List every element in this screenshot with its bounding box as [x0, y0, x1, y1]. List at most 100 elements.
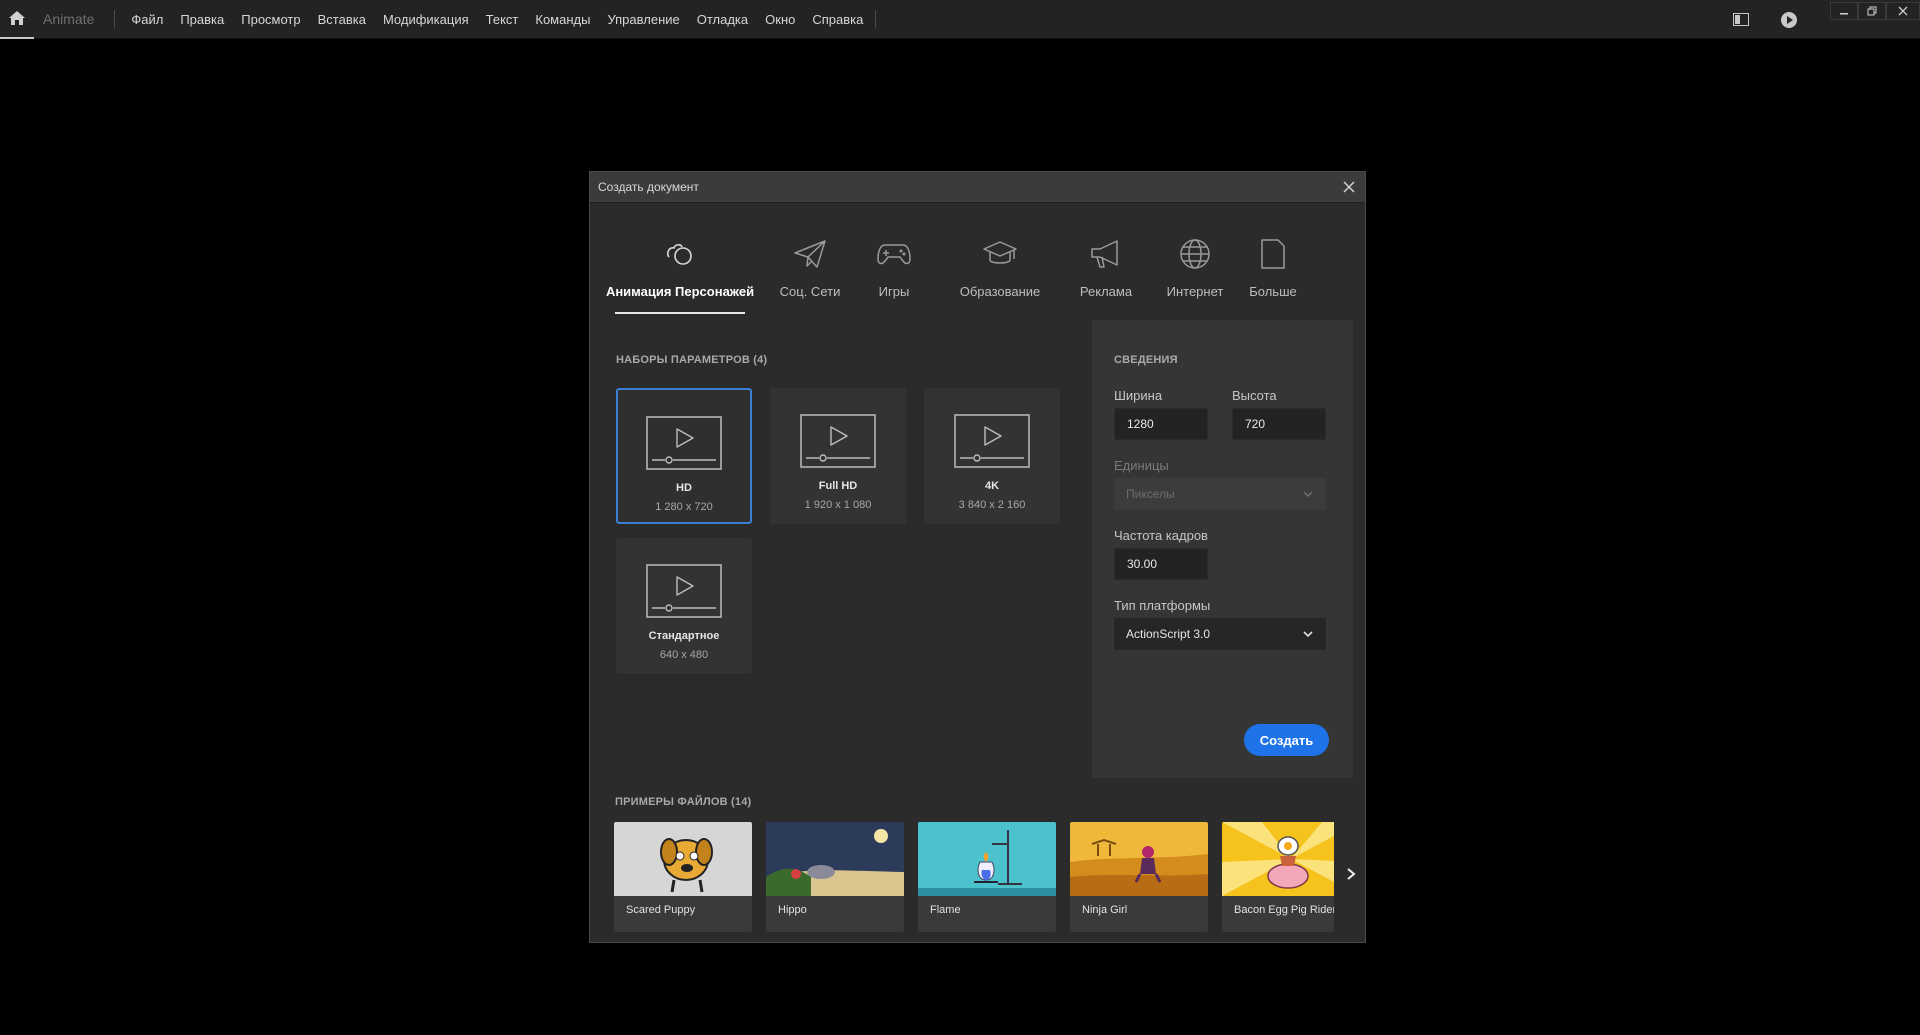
details-panel: СВЕДЕНИЯ Ширина 1280 Высота 720 Единицы … — [1092, 320, 1353, 778]
category-tabs: Анимация Персонажей Соц. Сети Игры Образ… — [590, 204, 1365, 320]
preset-standard[interactable]: Стандартное 640 x 480 — [616, 538, 752, 674]
fps-label: Частота кадров — [1114, 528, 1208, 543]
app-menubar: Animate Файл Правка Просмотр Вставка Мод… — [0, 0, 1920, 39]
sample-thumbnail — [918, 822, 1056, 896]
panel-layout-button[interactable] — [1730, 9, 1752, 31]
preset-dimensions: 3 840 x 2 160 — [958, 499, 1026, 511]
presets-panel: НАБОРЫ ПАРАМЕТРОВ (4) HD 1 280 x 720 Ful… — [590, 320, 1092, 778]
tab-education[interactable]: Образование — [942, 204, 1058, 320]
samples-strip: Scared Puppy Hippo Flame Ninja Girl Baco… — [590, 778, 1334, 942]
tab-games[interactable]: Игры — [864, 204, 924, 320]
video-icon — [954, 414, 1030, 468]
menu-window[interactable]: Окно — [765, 12, 795, 27]
home-button[interactable] — [0, 0, 34, 39]
preset-dimensions: 1 280 x 720 — [655, 501, 713, 513]
close-window-button[interactable] — [1886, 1, 1920, 20]
menu-text[interactable]: Текст — [486, 12, 519, 27]
character-animation-icon — [660, 234, 700, 274]
units-label: Единицы — [1114, 458, 1169, 473]
preset-4k[interactable]: 4K 3 840 x 2 160 — [924, 388, 1060, 524]
tab-label: Больше — [1249, 284, 1297, 299]
play-button[interactable] — [1778, 9, 1800, 31]
preset-hd[interactable]: HD 1 280 x 720 — [616, 388, 752, 524]
play-icon — [1781, 11, 1797, 28]
paper-plane-icon — [790, 234, 830, 274]
dialog-title: Создать документ — [598, 180, 699, 194]
tab-label: Реклама — [1079, 284, 1133, 299]
sample-name: Bacon Egg Pig Rider — [1234, 904, 1334, 916]
sample-scared-puppy[interactable]: Scared Puppy — [614, 822, 752, 932]
tab-internet[interactable]: Интернет — [1155, 204, 1235, 320]
video-icon — [646, 564, 722, 618]
restore-icon — [1867, 6, 1877, 15]
sample-thumbnail — [1222, 822, 1334, 896]
platform-select[interactable]: ActionScript 3.0 — [1114, 618, 1326, 650]
menu-separator — [114, 10, 116, 28]
close-icon — [1343, 181, 1355, 193]
width-field[interactable]: 1280 — [1114, 408, 1208, 440]
gamepad-icon — [874, 234, 914, 274]
document-icon — [1253, 234, 1293, 274]
panel-layout-icon — [1733, 13, 1749, 26]
megaphone-icon — [1086, 234, 1126, 274]
tab-label: Интернет — [1166, 284, 1224, 299]
height-field[interactable]: 720 — [1232, 408, 1326, 440]
menu-commands[interactable]: Команды — [535, 12, 590, 27]
globe-icon — [1175, 234, 1215, 274]
tab-label: Анимация Персонажей — [605, 284, 755, 299]
fps-field[interactable]: 30.00 — [1114, 548, 1208, 580]
sample-name: Ninja Girl — [1082, 904, 1128, 916]
sample-flame[interactable]: Flame — [918, 822, 1056, 932]
units-value: Пикселы — [1126, 487, 1175, 501]
sample-hippo[interactable]: Hippo — [766, 822, 904, 932]
sample-thumbnail — [766, 822, 904, 896]
close-icon — [1898, 6, 1908, 15]
menu-modify[interactable]: Модификация — [383, 12, 469, 27]
menubar-right — [1730, 0, 1920, 39]
minimize-button[interactable] — [1830, 1, 1858, 20]
preset-full-hd[interactable]: Full HD 1 920 x 1 080 — [770, 388, 906, 524]
chevron-down-icon — [1303, 631, 1313, 638]
menu-file[interactable]: Файл — [131, 12, 163, 27]
units-select[interactable]: Пикселы — [1114, 478, 1326, 510]
preset-dimensions: 640 x 480 — [659, 649, 709, 661]
tab-social[interactable]: Соц. Сети — [767, 204, 853, 320]
tab-more[interactable]: Больше — [1243, 204, 1303, 320]
menu-edit[interactable]: Правка — [180, 12, 224, 27]
active-tab-indicator — [615, 312, 745, 314]
height-label: Высота — [1232, 388, 1277, 403]
restore-button[interactable] — [1858, 1, 1886, 20]
sample-ninja-girl[interactable]: Ninja Girl — [1070, 822, 1208, 932]
sample-name: Hippo — [778, 904, 807, 916]
samples-next-button[interactable] — [1344, 866, 1358, 882]
tab-label: Образование — [959, 284, 1041, 299]
sample-name: Flame — [930, 904, 961, 916]
menu-insert[interactable]: Вставка — [318, 12, 366, 27]
platform-label: Тип платформы — [1114, 598, 1211, 613]
tab-character-animation[interactable]: Анимация Персонажей — [606, 204, 754, 320]
tab-advertising[interactable]: Реклама — [1068, 204, 1144, 320]
dialog-titlebar: Создать документ — [590, 172, 1365, 203]
minimize-icon — [1840, 12, 1848, 14]
sample-files-panel: ПРИМЕРЫ ФАЙЛОВ (14) Scared Puppy Hippo F… — [590, 778, 1365, 942]
preset-name: Стандартное — [648, 630, 720, 642]
preset-name: 4K — [984, 480, 1000, 492]
dialog-close-button[interactable] — [1341, 179, 1357, 195]
app-name: Animate — [43, 11, 95, 27]
menu-help[interactable]: Справка — [812, 12, 863, 27]
platform-value: ActionScript 3.0 — [1126, 627, 1211, 641]
preset-name: HD — [676, 482, 692, 494]
sample-bacon-egg-pig-rider[interactable]: Bacon Egg Pig Rider — [1222, 822, 1334, 932]
menu-debug[interactable]: Отладка — [697, 12, 748, 27]
width-label: Ширина — [1114, 388, 1163, 403]
menu-view[interactable]: Просмотр — [241, 12, 300, 27]
menu-separator-end — [875, 10, 877, 28]
sample-name: Scared Puppy — [626, 904, 696, 916]
create-document-dialog: Создать документ Анимация Персонажей Соц… — [589, 171, 1366, 943]
video-icon — [800, 414, 876, 468]
menu-control[interactable]: Управление — [607, 12, 679, 27]
presets-title: НАБОРЫ ПАРАМЕТРОВ (4) — [616, 354, 768, 366]
video-icon — [646, 416, 722, 470]
create-button[interactable]: Создать — [1244, 724, 1329, 756]
preset-name: Full HD — [818, 480, 858, 492]
